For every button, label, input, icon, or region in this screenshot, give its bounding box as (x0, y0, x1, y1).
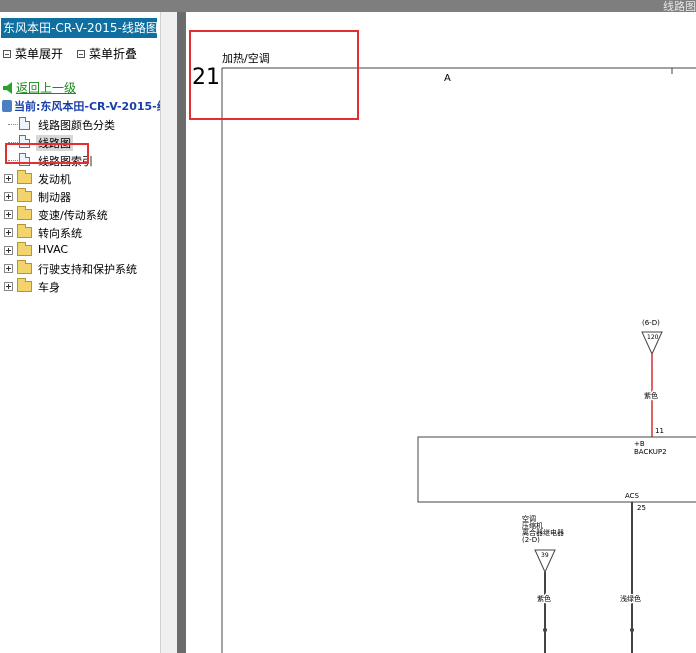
zone-label: A (444, 73, 451, 84)
tree-item-label: 行驶支持和保护系统 (38, 263, 137, 276)
connector-left-pin: 39 (541, 552, 549, 559)
folder-icon (17, 188, 32, 202)
folder-icon (17, 242, 32, 256)
backup-label: BACKUP2 (634, 448, 667, 456)
terminal-25-label: 25 (637, 504, 646, 512)
expand-plus-icon[interactable] (4, 246, 13, 255)
wire-left-color-label: 紫色 (537, 594, 551, 603)
expand-plus-icon[interactable] (4, 210, 13, 219)
expand-plus-icon[interactable] (4, 282, 13, 291)
sidebar: 东风本田-CR-V-2015-线路图 菜单展开 菜单折叠 返回上一级 当前:东风… (0, 12, 160, 653)
current-location: 当前:东风本田-CR-V-2015-线 (2, 98, 160, 114)
arrow-left-icon (3, 81, 12, 94)
wire-right-color-label: 浅绿色 (620, 594, 641, 603)
tree-folder-body[interactable]: 车身 (0, 277, 160, 295)
menu-toolbar: 菜单展开 菜单折叠 (0, 45, 160, 61)
connector-top-ref: (6-D) (642, 319, 660, 327)
tree-item-label: HVAC (38, 243, 69, 256)
splitter[interactable] (160, 12, 177, 653)
tree-folder-brakes[interactable]: 制动器 (0, 187, 160, 205)
expand-plus-icon[interactable] (4, 264, 13, 273)
selection-highlight-box (5, 143, 89, 164)
tree-doc-color-category[interactable]: 线路图颜色分类 (0, 115, 160, 133)
tree-connector (8, 124, 18, 125)
tree-item-label: 线路图颜色分类 (38, 119, 115, 132)
tree-folder-steering[interactable]: 转向系统 (0, 223, 160, 241)
page-title-highlight-box (189, 30, 359, 120)
expand-plus-icon[interactable] (4, 192, 13, 201)
tree-item-label: 车身 (38, 281, 60, 294)
terminal-b-label: +B (634, 440, 645, 448)
sidebar-title: 东风本田-CR-V-2015-线路图 (1, 18, 157, 38)
collapse-menu-button[interactable]: 菜单折叠 (77, 45, 137, 62)
tree: 线路图颜色分类 线路图 线路图索引 发动机 制动器 变速/传动系统 转向系统 H… (0, 115, 160, 295)
expand-icon (3, 49, 11, 58)
current-location-label: 当前:东风本田-CR-V-2015-线 (14, 100, 160, 113)
tree-folder-engine[interactable]: 发动机 (0, 169, 160, 187)
collapse-menu-label: 菜单折叠 (89, 47, 138, 61)
folder-icon (17, 170, 32, 184)
document-icon (19, 117, 30, 130)
tree-folder-driving-support[interactable]: 行驶支持和保护系统 (0, 259, 160, 277)
folder-icon (17, 224, 32, 238)
junction-dot-right (630, 628, 634, 632)
connector-top-pin: 120 (647, 334, 659, 341)
tree-item-label: 制动器 (38, 191, 71, 204)
acs-label: ACS (625, 492, 640, 500)
folder-icon (17, 206, 32, 220)
top-bar: 线路图 (0, 0, 696, 13)
tree-folder-transmission[interactable]: 变速/传动系统 (0, 205, 160, 223)
expand-menu-button[interactable]: 菜单展开 (3, 45, 63, 62)
folder-icon (17, 260, 32, 274)
expand-plus-icon[interactable] (4, 174, 13, 183)
tree-folder-hvac[interactable]: HVAC (0, 241, 160, 259)
computer-icon (2, 100, 12, 112)
connector-left-line4: (2-D) (522, 536, 540, 544)
tree-item-label: 变速/传动系统 (38, 209, 108, 222)
back-link-label[interactable]: 返回上一级 (16, 79, 76, 96)
junction-dot-left (543, 628, 547, 632)
expand-menu-label: 菜单展开 (15, 47, 64, 61)
splitter-bar[interactable] (177, 12, 186, 653)
wiring-diagram-view[interactable]: 21 加热/空调 A (6-D) 120 紫色 紫色 11 +B BACKUP2… (186, 12, 696, 653)
tree-item-label: 转向系统 (38, 227, 82, 240)
component-box (417, 436, 696, 503)
back-link[interactable]: 返回上一级 (3, 79, 76, 96)
wire-top-color-label: 紫色 (644, 391, 658, 400)
expand-plus-icon[interactable] (4, 228, 13, 237)
collapse-icon (77, 49, 85, 58)
terminal-11-label: 11 (655, 427, 664, 435)
tree-item-label: 发动机 (38, 173, 71, 186)
folder-icon (17, 278, 32, 292)
